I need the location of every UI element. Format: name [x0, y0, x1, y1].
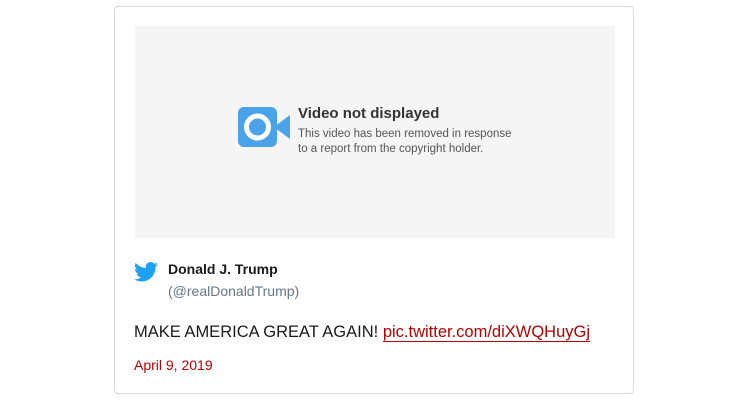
tweet-body-text: MAKE AMERICA GREAT AGAIN! — [134, 323, 379, 341]
tweet-author-name[interactable]: Donald J. Trump — [168, 261, 278, 277]
tweet-media-link[interactable]: pic.twitter.com/diXWQHuyGj — [382, 323, 591, 342]
video-notice-line-2: to a report from the copyright holder. — [298, 143, 484, 155]
tweet-date-link[interactable]: April 9, 2019 — [134, 357, 213, 373]
tweet-author-handle[interactable]: (@realDonaldTrump) — [168, 283, 299, 299]
video-camera-icon — [238, 107, 290, 147]
video-notice-body: This video has been removed in response … — [298, 127, 528, 157]
tweet-text: MAKE AMERICA GREAT AGAIN! pic.twitter.co… — [134, 323, 591, 342]
video-notice-line-1: This video has been removed in response — [298, 128, 512, 140]
video-notice-title: Video not displayed — [298, 105, 440, 122]
twitter-bird-icon — [134, 262, 158, 282]
embedded-tweet-card: Video not displayed This video has been … — [114, 6, 634, 394]
video-placeholder: Video not displayed This video has been … — [135, 26, 615, 238]
